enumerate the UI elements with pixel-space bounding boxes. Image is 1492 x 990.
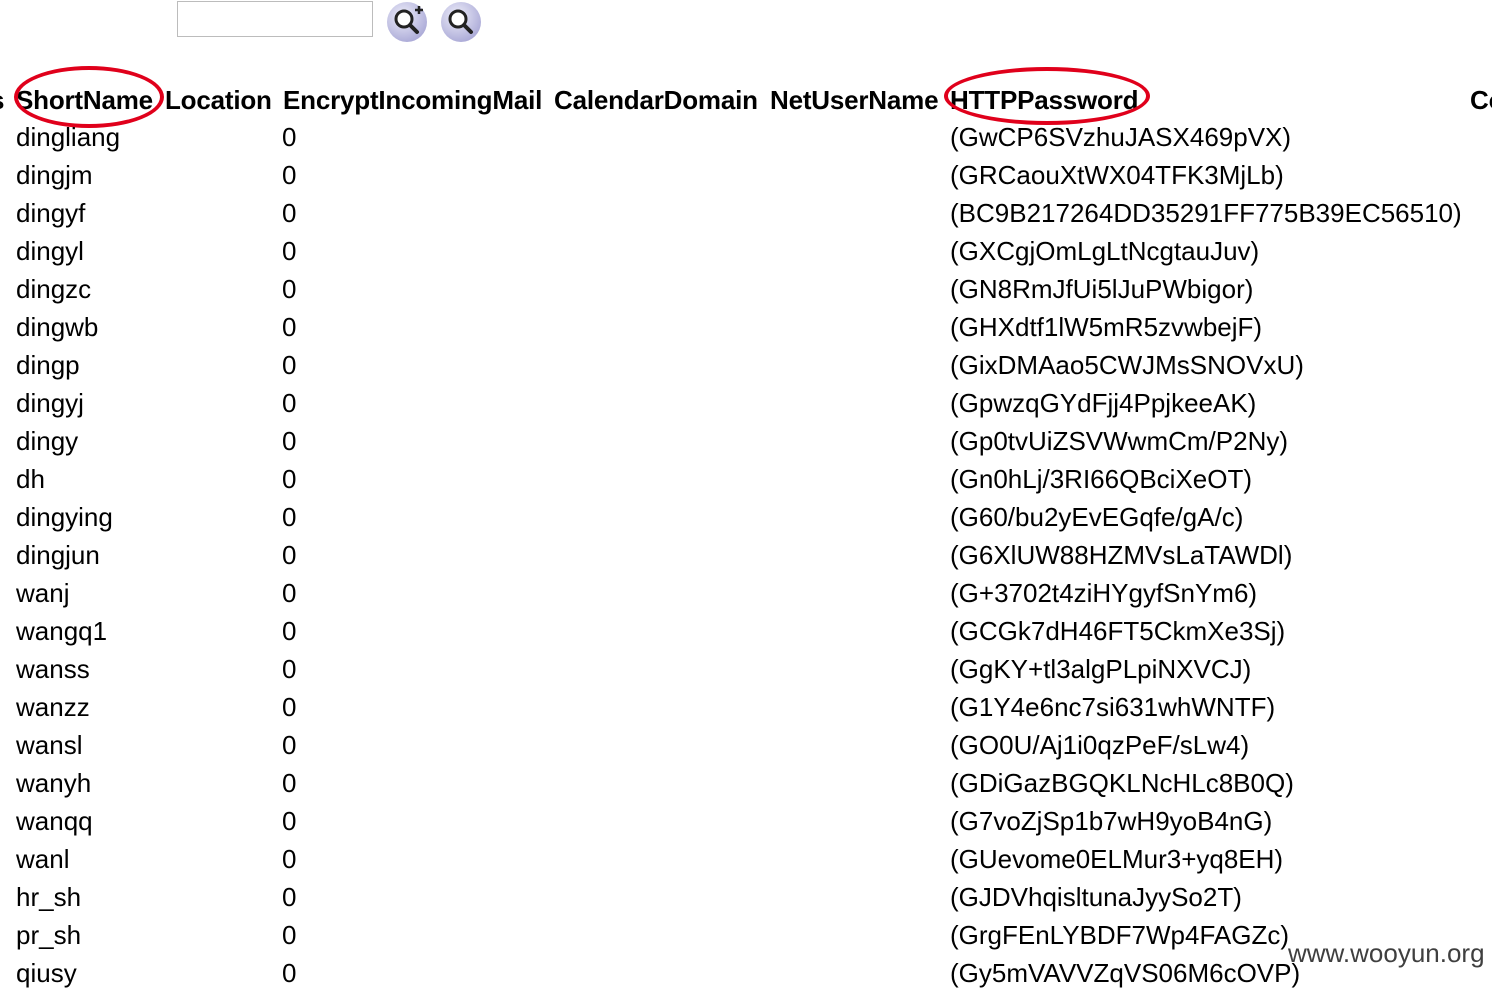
cell-encryptincomingmail: 0 <box>282 730 297 760</box>
cell-httppassword: (BC9B217264DD35291FF775B39EC56510) <box>950 198 1462 228</box>
cell-shortname: dingjm <box>16 160 93 190</box>
cell-encryptincomingmail: 0 <box>282 844 297 874</box>
cell-encryptincomingmail: 0 <box>282 958 297 988</box>
watermark: www.wooyun.org <box>1288 938 1485 968</box>
cell-httppassword: (G60/bu2yEvEGqfe/gA/c) <box>950 502 1244 532</box>
cell-httppassword: (GN8RmJfUi5lJuPWbigor) <box>950 274 1254 304</box>
column-header-shortname: ShortName <box>16 85 153 115</box>
cell-httppassword: (G7voZjSp1b7wH9yoB4nG) <box>950 806 1273 836</box>
magnifier-icon <box>441 2 481 42</box>
cell-encryptincomingmail: 0 <box>282 920 297 950</box>
magnifier-button[interactable] <box>439 0 483 44</box>
column-header-partial-right: Co <box>1470 85 1492 115</box>
cell-httppassword: (GrgFEnLYBDF7Wp4FAGZc) <box>950 920 1290 950</box>
cell-encryptincomingmail: 0 <box>282 502 297 532</box>
cell-shortname: wansl <box>16 730 83 760</box>
cell-shortname: wanzz <box>16 692 90 722</box>
column-header-calendardomain: CalendarDomain <box>554 85 758 115</box>
cell-shortname: wanqq <box>16 806 93 836</box>
cell-encryptincomingmail: 0 <box>282 540 297 570</box>
column-header-httppassword: HTTPPassword <box>950 85 1139 115</box>
cell-encryptincomingmail: 0 <box>282 350 297 380</box>
cell-shortname: dingzc <box>16 274 92 304</box>
cell-httppassword: (GXCgjOmLgLtNcgtauJuv) <box>950 236 1260 266</box>
cell-httppassword: (GHXdtf1lW5mR5zvwbejF) <box>950 312 1263 342</box>
cell-shortname: dingliang <box>16 122 121 152</box>
cell-shortname: hr_sh <box>16 882 82 912</box>
cell-encryptincomingmail: 0 <box>282 274 297 304</box>
magnifier-plus-icon <box>387 2 427 42</box>
cell-encryptincomingmail: 0 <box>282 578 297 608</box>
cell-httppassword: (GJDVhqisltunaJyySo2T) <box>950 882 1242 912</box>
cell-encryptincomingmail: 0 <box>282 768 297 798</box>
cell-shortname: dingyf <box>16 198 86 228</box>
column-header-partial-left: s <box>0 84 4 116</box>
cell-shortname: wangq1 <box>16 616 108 646</box>
cell-httppassword: (GRCaouXtWX04TFK3MjLb) <box>950 160 1284 190</box>
cell-httppassword: (GwCP6SVzhuJASX469pVX) <box>950 122 1292 152</box>
cell-shortname: dingp <box>16 350 80 380</box>
column-header-netusername: NetUserName <box>770 85 939 115</box>
cell-encryptincomingmail: 0 <box>282 654 297 684</box>
cell-shortname: dingying <box>16 502 113 532</box>
cell-httppassword: (Gy5mVAVVZqVS06M6cOVP) <box>950 958 1301 988</box>
search-input[interactable] <box>177 1 373 37</box>
cell-encryptincomingmail: 0 <box>282 616 297 646</box>
cell-shortname: pr_sh <box>16 920 82 950</box>
cell-shortname: dh <box>16 464 45 494</box>
cell-encryptincomingmail: 0 <box>282 160 297 190</box>
cell-encryptincomingmail: 0 <box>282 464 297 494</box>
cell-httppassword: (GCGk7dH46FT5CkmXe3Sj) <box>950 616 1286 646</box>
cell-httppassword: (GixDMAao5CWJMsSNOVxU) <box>950 350 1304 380</box>
cell-encryptincomingmail: 0 <box>282 692 297 722</box>
column-header-location: Location <box>165 85 272 115</box>
cell-httppassword: (G+3702t4ziHYgyfSnYm6) <box>950 578 1258 608</box>
cell-shortname: dingjun <box>16 540 100 570</box>
cell-shortname: dingyj <box>16 388 84 418</box>
cell-shortname: wanj <box>16 578 70 608</box>
magnifier-plus-button[interactable] <box>385 0 429 44</box>
cell-encryptincomingmail: 0 <box>282 426 297 456</box>
cell-httppassword: (GpwzqGYdFjj4PpjkeeAK) <box>950 388 1257 418</box>
cell-shortname: dingy <box>16 426 79 456</box>
cell-shortname: dingwb <box>16 312 99 342</box>
cell-encryptincomingmail: 0 <box>282 122 297 152</box>
cell-shortname: wanss <box>16 654 90 684</box>
cell-httppassword: (G6XlUW88HZMVsLaTAWDl) <box>950 540 1293 570</box>
cell-shortname: wanyh <box>16 768 92 798</box>
cell-encryptincomingmail: 0 <box>282 312 297 342</box>
cell-shortname: wanl <box>16 844 70 874</box>
cell-shortname: qiusy <box>16 958 77 988</box>
cell-httppassword: (GDiGazBGQKLNcHLc8B0Q) <box>950 768 1294 798</box>
cell-httppassword: (GgKY+tl3algPLpiNXVCJ) <box>950 654 1252 684</box>
cell-encryptincomingmail: 0 <box>282 388 297 418</box>
column-header-encryptincomingmail: EncryptIncomingMail <box>283 85 543 115</box>
cell-httppassword: (GUevome0ELMur3+yq8EH) <box>950 844 1284 874</box>
cell-httppassword: (GO0U/Aj1i0qzPeF/sLw4) <box>950 730 1250 760</box>
cell-httppassword: (G1Y4e6nc7si631whWNTF) <box>950 692 1276 722</box>
cell-httppassword: (Gp0tvUiZSVWwmCm/P2Ny) <box>950 426 1289 456</box>
cell-encryptincomingmail: 0 <box>282 198 297 228</box>
cell-encryptincomingmail: 0 <box>282 806 297 836</box>
cell-encryptincomingmail: 0 <box>282 882 297 912</box>
cell-encryptincomingmail: 0 <box>282 236 297 266</box>
cell-shortname: dingyl <box>16 236 84 266</box>
cell-httppassword: (Gn0hLj/3RI66QBciXeOT) <box>950 464 1253 494</box>
